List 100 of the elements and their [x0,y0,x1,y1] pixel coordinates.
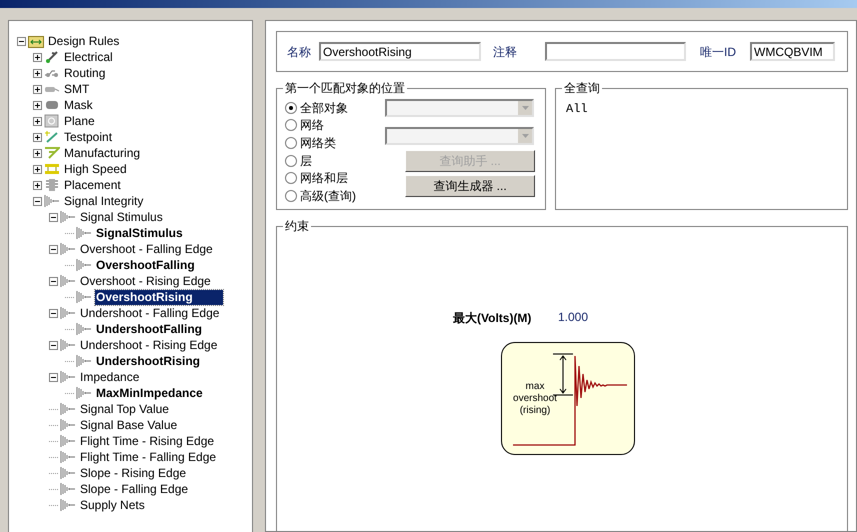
tree-icon [60,242,76,256]
dropdown[interactable] [385,99,534,117]
tree-icon [76,322,92,336]
tree-icon [60,338,76,352]
expand-toggle[interactable] [33,52,42,62]
radio-label: 层 [300,152,312,170]
radio-button[interactable] [285,119,297,132]
radio-label: 网络 [300,117,324,134]
tree-item[interactable]: Signal Base Value [79,418,178,432]
query-text: All [566,102,588,116]
tree-item[interactable]: Slope - Falling Edge [79,482,190,496]
tree-icon [44,130,60,144]
tree-item[interactable]: Flight Time - Falling Edge [79,450,218,464]
radio-button[interactable] [285,154,297,167]
tree-icon [76,290,92,304]
radio-label: 高级(查询) [300,188,356,205]
comment-field[interactable] [545,42,686,61]
tree-icon [60,434,76,448]
tree-icon [60,370,76,384]
tree-item[interactable]: Signal Top Value [79,402,170,416]
tree-icon [44,98,60,112]
tree-item[interactable]: Impedance [79,370,140,384]
group-title: 全查询 [562,81,602,95]
tree-item[interactable]: Slope - Rising Edge [79,466,188,480]
max-volts-label: 最大(Volts)(M) [453,310,532,327]
tree-item[interactable]: Flight Time - Rising Edge [79,434,216,448]
tree-item[interactable]: MaxMinImpedance [95,386,204,400]
expand-toggle[interactable] [33,148,42,158]
tree-item[interactable]: Signal Stimulus [79,210,164,224]
tree-item[interactable]: Overshoot - Rising Edge [79,274,212,288]
tree-icon [60,482,76,496]
tree-icon [44,146,60,160]
tree-icon [44,162,60,176]
tree-item[interactable]: Supply Nets [79,498,146,512]
tree-icon [60,402,76,416]
tree-item[interactable]: Undershoot - Falling Edge [79,306,220,320]
tree-item[interactable]: Overshoot - Falling Edge [79,242,214,256]
tree-icon [60,466,76,480]
expand-toggle[interactable] [33,116,42,126]
tree-item[interactable]: Electrical [63,50,114,64]
tree-icon [44,178,60,192]
tree-item[interactable]: Signal Integrity [63,194,144,208]
tree-item[interactable]: UndershootRising [95,354,201,368]
tree-icon [44,50,60,64]
query-button[interactable]: 查询生成器 ... [405,175,535,197]
tree-item[interactable]: Design Rules [47,34,120,48]
comment-label: 注释 [493,44,517,60]
radio-label: 网络和层 [300,170,348,188]
tree-icon [76,386,92,400]
expand-toggle[interactable] [33,164,42,174]
collapse-toggle[interactable] [49,372,58,382]
collapse-toggle[interactable] [49,276,58,286]
tree-icon [28,34,44,48]
tree-item[interactable]: High Speed [63,162,128,176]
expand-toggle[interactable] [33,132,42,142]
id-label: 唯一ID [700,44,736,60]
radio-button[interactable] [285,190,297,202]
name-field[interactable]: OvershootRising [319,42,481,61]
tree-icon [44,114,60,128]
tree-icon [60,418,76,432]
tree-icon [60,498,76,512]
radio-button[interactable] [285,102,297,114]
diagram-label: max overshoot (rising) [512,381,558,417]
group-title: 约束 [283,219,311,233]
collapse-toggle[interactable] [49,340,58,350]
radio-label: 全部对象 [300,100,348,117]
tree-icon [76,354,92,368]
tree-icon [60,306,76,320]
tree-icon [60,450,76,464]
expand-toggle[interactable] [33,100,42,110]
tree-item[interactable]: Manufacturing [63,146,142,160]
expand-toggle[interactable] [33,84,42,94]
dropdown-arrow-icon [522,134,528,138]
collapse-toggle[interactable] [49,244,58,254]
tree-icon [60,210,76,224]
tree-item[interactable]: SMT [63,82,90,96]
tree-item[interactable]: OvershootRising [95,290,223,304]
tree-item[interactable]: Placement [63,178,122,192]
collapse-toggle[interactable] [49,212,58,222]
expand-toggle[interactable] [33,68,42,78]
collapse-toggle[interactable] [17,36,26,46]
tree-item[interactable]: UndershootFalling [95,322,203,336]
expand-toggle[interactable] [33,180,42,190]
collapse-toggle[interactable] [33,196,42,206]
tree-item[interactable]: SignalStimulus [95,226,184,240]
max-volts-value[interactable]: 1.000 [558,308,588,326]
tree-item[interactable]: Plane [63,114,96,128]
name-label: 名称 [287,44,311,60]
tree-item[interactable]: OvershootFalling [95,258,196,272]
tree-icon [76,258,92,272]
collapse-toggle[interactable] [49,308,58,318]
radio-button[interactable] [285,136,297,149]
tree-item[interactable]: Mask [63,98,94,112]
dropdown[interactable] [385,127,534,145]
tree-item[interactable]: Routing [63,66,106,80]
id-field[interactable]: WMCQBVIM [750,42,835,61]
dropdown-arrow-icon [522,106,528,110]
tree-item[interactable]: Undershoot - Rising Edge [79,338,218,352]
tree-item[interactable]: Testpoint [63,130,114,144]
radio-button[interactable] [285,172,297,184]
